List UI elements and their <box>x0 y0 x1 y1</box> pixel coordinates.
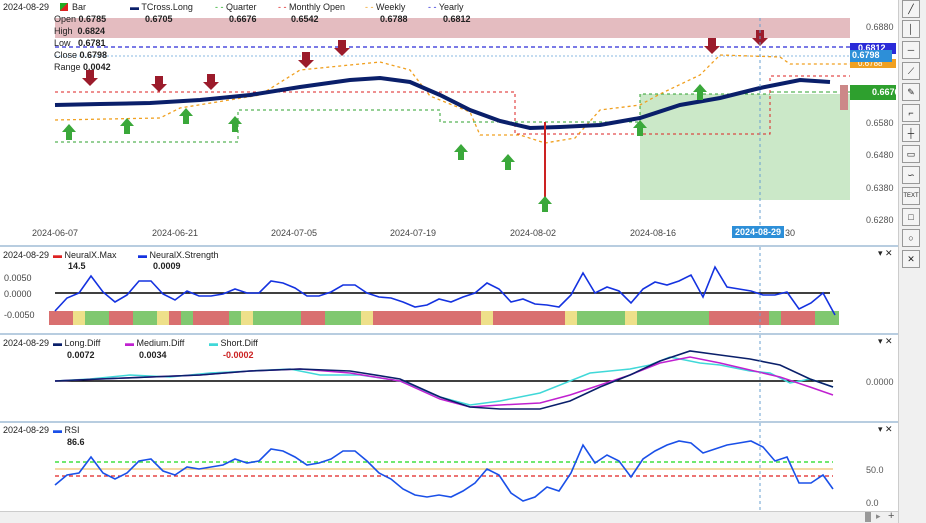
support-zone <box>640 94 850 200</box>
legend-label: TCross.Long <box>141 2 193 12</box>
neural-max-bars <box>49 311 839 325</box>
neural-max-value: 14.5 <box>68 261 86 271</box>
x-tick: 2024-06-21 <box>152 228 199 238</box>
legend-monthly[interactable]: - - Monthly Open <box>278 2 345 12</box>
medium-diff-value: 0.0034 <box>139 350 167 360</box>
diff-chart[interactable] <box>0 335 898 422</box>
rsi-date: 2024-08-29 <box>3 425 50 435</box>
y-tick: 0.0050 <box>4 273 32 283</box>
rsi-line <box>54 440 834 502</box>
y-tick: 0.6880 <box>866 22 894 32</box>
close-tool-icon[interactable]: ✕ <box>902 250 920 268</box>
short-diff-value: -0.0002 <box>223 350 254 360</box>
y-tick: -0.0050 <box>4 310 35 320</box>
legend-rsi[interactable]: ▬ RSI <box>53 425 80 435</box>
ray-tool-icon[interactable]: ⟋ <box>902 62 920 80</box>
ohlc-range: Range 0.0042 <box>54 62 111 72</box>
price-chart[interactable] <box>0 0 898 245</box>
long-diff-value: 0.0072 <box>67 350 95 360</box>
rectangle-tool-icon[interactable]: □ <box>902 208 920 226</box>
y-tick: 50.0 <box>866 465 884 475</box>
ohlc-low: Low 0.6781 <box>54 38 106 48</box>
legend-long-diff[interactable]: ▬ Long.Diff <box>53 338 100 348</box>
legend-medium-diff[interactable]: ▬ Medium.Diff <box>125 338 184 348</box>
monthly-value: 0.6542 <box>291 14 319 24</box>
step-tool-icon[interactable]: ⌐ <box>902 104 920 122</box>
zoom-plus-icon[interactable]: + <box>888 510 894 522</box>
y-tick: 0.0000 <box>866 377 894 387</box>
rsi-chart[interactable] <box>0 423 898 510</box>
legend-label: Weekly <box>376 2 406 12</box>
yearly-value: 0.6812 <box>443 14 471 24</box>
ohlc-open: Open 0.6785 <box>54 14 107 24</box>
callout-tool-icon[interactable]: ▭ <box>902 145 920 163</box>
quarter-price-tag: 0.6676 <box>850 85 900 100</box>
x-tick: 2024-08-16 <box>630 228 677 238</box>
crosshair-tool-icon[interactable]: ┼ <box>902 124 920 142</box>
y-tick: 0.0000 <box>4 289 32 299</box>
y-tick: 0.6280 <box>866 215 894 225</box>
close-price-tag: 0.6798 <box>850 50 892 62</box>
legend-quarter[interactable]: - - Quarter <box>215 2 257 12</box>
y-tick: 0.0 <box>866 498 879 508</box>
tcross-value: 0.6705 <box>145 14 173 24</box>
neural-date: 2024-08-29 <box>3 250 50 260</box>
y-tick: 0.6580 <box>866 118 894 128</box>
pen-tool-icon[interactable]: ✎ <box>902 83 920 101</box>
vertical-line-tool-icon[interactable]: │ <box>902 20 920 38</box>
panel-menu-close[interactable]: ▾ ✕ <box>878 336 893 347</box>
curve-tool-icon[interactable]: ∽ <box>902 166 920 184</box>
legend-neural-max[interactable]: ▬ NeuralX.Max <box>53 250 117 260</box>
y-tick: 0.6380 <box>866 183 894 193</box>
scroll-marker <box>840 85 848 110</box>
ohlc-high: High 0.6824 <box>54 26 106 36</box>
neural-strength-value: 0.0009 <box>153 261 181 271</box>
horizontal-line-tool-icon[interactable]: ─ <box>902 41 920 59</box>
x-tick: 2024-07-05 <box>271 228 318 238</box>
sell-arrows <box>82 30 768 92</box>
legend-short-diff[interactable]: ▬ Short.Diff <box>209 338 258 348</box>
bar-legend-icon <box>60 3 68 11</box>
rsi-value: 86.6 <box>67 437 85 447</box>
legend-yearly[interactable]: - - Yearly <box>428 2 464 12</box>
x-tick: 2024-08-02 <box>510 228 557 238</box>
scroll-thumb[interactable] <box>865 512 871 522</box>
quarter-value: 0.6676 <box>229 14 257 24</box>
main-date: 2024-08-29 <box>3 2 50 12</box>
panel-menu-close[interactable]: ▾ ✕ <box>878 424 893 435</box>
legend-label: Quarter <box>226 2 257 12</box>
neural-chart[interactable] <box>0 247 898 334</box>
legend-weekly[interactable]: - - Weekly <box>365 2 405 12</box>
legend-label: Yearly <box>438 2 464 12</box>
y-tick: 0.6480 <box>866 150 894 160</box>
legend-neural-strength[interactable]: ▬ NeuralX.Strength <box>138 250 219 260</box>
neural-strength-line <box>54 265 836 316</box>
legend-tcross[interactable]: ▬ TCross.Long <box>130 2 193 12</box>
legend-label: Monthly Open <box>289 2 346 12</box>
text-tool-icon[interactable]: TEXT <box>902 187 920 205</box>
diff-date: 2024-08-29 <box>3 338 50 348</box>
weekly-value: 0.6788 <box>380 14 408 24</box>
legend-bar[interactable]: Bar <box>72 2 86 12</box>
scroll-right-icon[interactable]: ▸ <box>876 511 881 522</box>
ohlc-close: Close 0.6798 <box>54 50 108 60</box>
x-tick: 2024-07-19 <box>390 228 437 238</box>
line-tool-icon[interactable]: ╱ <box>902 0 920 18</box>
horizontal-scrollbar[interactable] <box>0 511 898 523</box>
x-tick: 2024-06-07 <box>32 228 79 238</box>
x-tick: 30 <box>785 228 796 238</box>
panel-menu-close[interactable]: ▾ ✕ <box>878 248 893 259</box>
cursor-date-label: 2024-08-29 <box>732 226 785 238</box>
ellipse-tool-icon[interactable]: ○ <box>902 229 920 247</box>
